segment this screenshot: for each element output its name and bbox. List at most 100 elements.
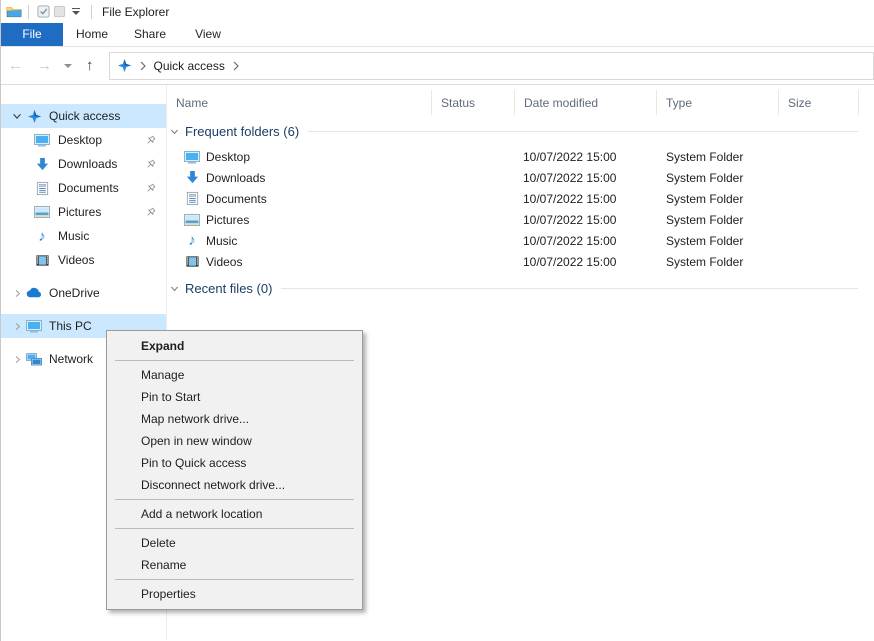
tab-file[interactable]: File (1, 23, 63, 46)
downloads-icon (33, 157, 51, 172)
downloads-icon (184, 170, 200, 185)
sidebar-item-label: Documents (58, 181, 119, 195)
file-status (431, 251, 514, 272)
group-label: Recent files (0) (185, 281, 272, 296)
qat-new-folder-icon[interactable] (51, 4, 67, 20)
sidebar-item-label: Downloads (58, 157, 117, 171)
chevron-down-icon[interactable] (9, 110, 25, 122)
group-header-recent-files[interactable]: Recent files (0) (169, 281, 874, 296)
file-row-desktop[interactable]: Desktop 10/07/2022 15:00 System Folder (167, 146, 874, 167)
breadcrumb-chevron-icon[interactable] (232, 61, 240, 71)
sidebar-item-label: This PC (49, 319, 92, 333)
music-note-icon: ♪ (184, 233, 200, 248)
file-date-modified: 10/07/2022 15:00 (514, 209, 656, 230)
tab-view[interactable]: View (179, 23, 237, 46)
file-explorer-window: File Explorer File Home Share View ← → ↑… (0, 0, 874, 641)
sidebar-item-label: Desktop (58, 133, 102, 147)
file-explorer-logo-icon[interactable] (6, 4, 22, 20)
file-name: Pictures (206, 213, 249, 227)
menu-item-rename[interactable]: Rename (107, 554, 362, 576)
file-type: System Folder (656, 209, 778, 230)
file-date-modified: 10/07/2022 15:00 (514, 188, 656, 209)
sidebar-item-quick-access[interactable]: Quick access (1, 104, 166, 128)
file-row-music[interactable]: ♪ Music 10/07/2022 15:00 System Folder (167, 230, 874, 251)
column-header-name[interactable]: Name (167, 90, 431, 115)
quick-access-pinwheel-icon (117, 58, 132, 73)
column-header-size[interactable]: Size (778, 90, 859, 115)
sidebar-item-music[interactable]: ♪ Music (1, 224, 166, 248)
sidebar-item-downloads[interactable]: Downloads (1, 152, 166, 176)
chevron-right-icon[interactable] (9, 288, 25, 299)
up-button[interactable]: ↑ (77, 58, 100, 73)
documents-icon (184, 191, 200, 206)
menu-item-properties[interactable]: Properties (107, 583, 362, 605)
qat-separator (91, 5, 92, 19)
file-date-modified: 10/07/2022 15:00 (514, 146, 656, 167)
column-header-date-modified[interactable]: Date modified (514, 90, 656, 115)
pin-icon (144, 182, 157, 195)
breadcrumb-quick-access[interactable]: Quick access (154, 59, 225, 73)
file-status (431, 146, 514, 167)
file-row-documents[interactable]: Documents 10/07/2022 15:00 System Folder (167, 188, 874, 209)
sidebar-item-desktop[interactable]: Desktop (1, 128, 166, 152)
sidebar-item-pictures[interactable]: Pictures (1, 200, 166, 224)
desktop-icon (33, 132, 51, 148)
sidebar-item-label: OneDrive (49, 286, 100, 300)
title-bar: File Explorer (1, 0, 874, 23)
file-type: System Folder (656, 167, 778, 188)
file-date-modified: 10/07/2022 15:00 (514, 251, 656, 272)
menu-item-delete[interactable]: Delete (107, 532, 362, 554)
menu-item-add-a-network-location[interactable]: Add a network location (107, 503, 362, 525)
file-type: System Folder (656, 188, 778, 209)
file-status (431, 188, 514, 209)
breadcrumb-chevron-icon[interactable] (139, 61, 147, 71)
file-status (431, 230, 514, 251)
menu-item-open-in-new-window[interactable]: Open in new window (107, 430, 362, 452)
column-header-status[interactable]: Status (431, 90, 514, 115)
pictures-icon (33, 204, 51, 220)
address-input[interactable]: Quick access (109, 52, 874, 80)
sidebar-item-documents[interactable]: Documents (1, 176, 166, 200)
videos-film-icon (184, 254, 200, 269)
tab-share[interactable]: Share (121, 23, 179, 46)
qat-customize-dropdown-icon[interactable] (70, 8, 82, 15)
file-name: Videos (206, 255, 242, 269)
file-status (431, 209, 514, 230)
sidebar-item-label: Music (58, 229, 89, 243)
this-pc-monitor-icon (25, 318, 43, 334)
menu-item-pin-to-quick-access[interactable]: Pin to Quick access (107, 452, 362, 474)
menu-item-pin-to-start[interactable]: Pin to Start (107, 386, 362, 408)
file-row-downloads[interactable]: Downloads 10/07/2022 15:00 System Folder (167, 167, 874, 188)
file-row-videos[interactable]: Videos 10/07/2022 15:00 System Folder (167, 251, 874, 272)
file-row-pictures[interactable]: Pictures 10/07/2022 15:00 System Folder (167, 209, 874, 230)
this-pc-context-menu: Expand Manage Pin to Start Map network d… (106, 330, 363, 610)
file-type: System Folder (656, 146, 778, 167)
tab-home[interactable]: Home (63, 23, 121, 46)
menu-item-map-network-drive[interactable]: Map network drive... (107, 408, 362, 430)
window-title: File Explorer (102, 5, 169, 19)
menu-item-disconnect-network-drive[interactable]: Disconnect network drive... (107, 474, 362, 496)
chevron-down-icon[interactable] (169, 283, 180, 294)
group-header-frequent-folders[interactable]: Frequent folders (6) (169, 124, 874, 139)
sidebar-item-onedrive[interactable]: OneDrive (1, 281, 166, 305)
recent-locations-dropdown-icon[interactable] (64, 64, 72, 68)
file-date-modified: 10/07/2022 15:00 (514, 167, 656, 188)
back-button[interactable]: ← (1, 58, 30, 73)
pictures-icon (184, 212, 200, 228)
pin-icon (144, 158, 157, 171)
group-rule (308, 131, 858, 132)
file-name: Downloads (206, 171, 265, 185)
file-name: Music (206, 234, 237, 248)
column-header-type[interactable]: Type (656, 90, 778, 115)
menu-item-manage[interactable]: Manage (107, 364, 362, 386)
quick-access-pinwheel-icon (25, 109, 43, 124)
documents-icon (33, 181, 51, 196)
chevron-right-icon[interactable] (9, 354, 25, 365)
menu-item-expand[interactable]: Expand (107, 335, 362, 357)
sidebar-item-videos[interactable]: Videos (1, 248, 166, 272)
ribbon-tabs: File Home Share View (1, 23, 874, 47)
qat-properties-icon[interactable] (35, 4, 51, 20)
chevron-down-icon[interactable] (169, 126, 180, 137)
forward-button[interactable]: → (30, 58, 59, 73)
chevron-right-icon[interactable] (9, 321, 25, 332)
